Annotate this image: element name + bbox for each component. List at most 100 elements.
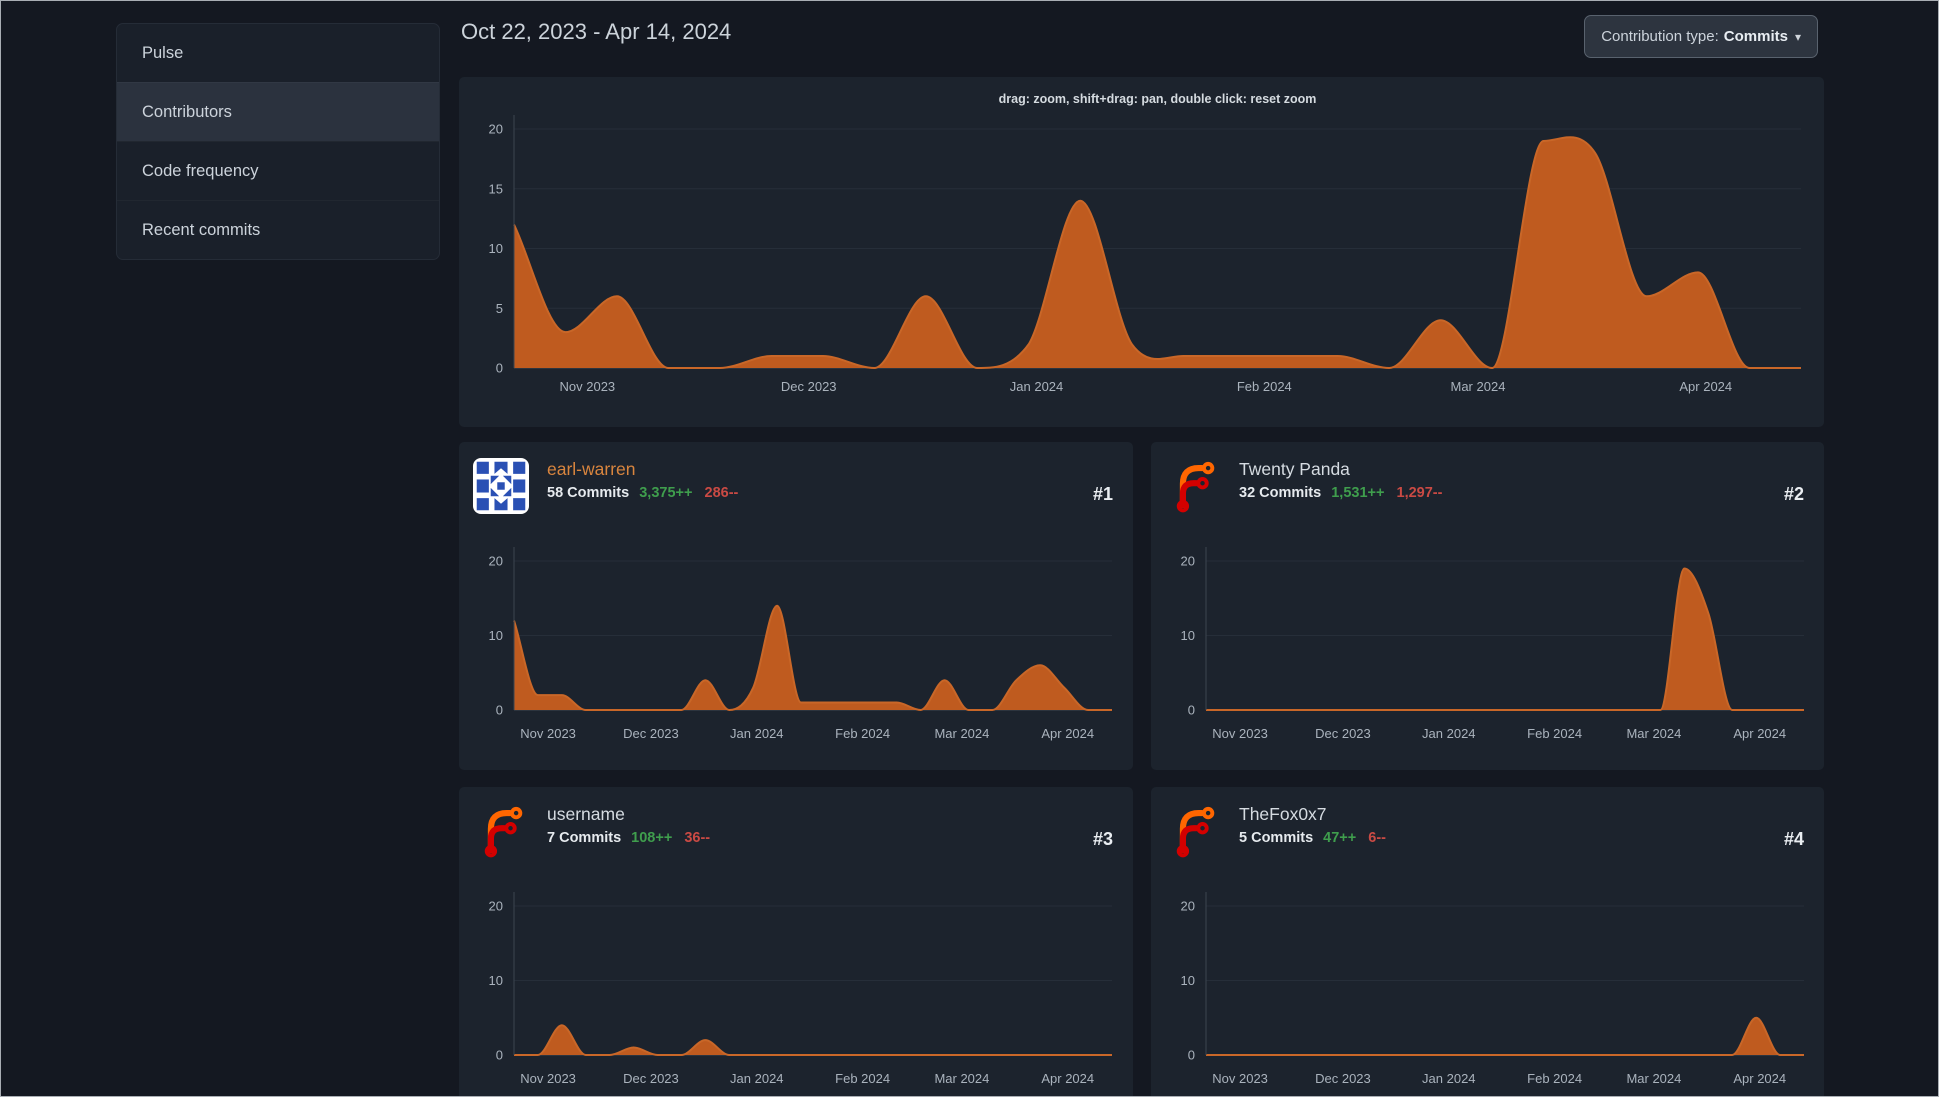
contributor-deletions: 6-- — [1368, 830, 1387, 846]
svg-text:Dec 2023: Dec 2023 — [1315, 726, 1371, 741]
svg-text:Dec 2023: Dec 2023 — [781, 379, 837, 394]
chevron-down-icon: ▾ — [1794, 29, 1801, 44]
contribution-type-value: Commits — [1723, 28, 1788, 45]
contributor-avatar — [1165, 803, 1221, 859]
contributor-rank-badge: #4 — [1783, 828, 1804, 849]
svg-text:20: 20 — [489, 899, 503, 914]
contributor-info: earl-warren 58 Commits 3,375++ 286-- — [547, 458, 738, 530]
contributor-stats: 58 Commits 3,375++ 286-- — [547, 485, 738, 501]
contributor-rank-badge: #2 — [1783, 483, 1804, 504]
svg-text:Mar 2024: Mar 2024 — [1626, 726, 1681, 741]
contributor-commit-count: 7 Commits — [547, 830, 622, 846]
contributor-rank-badge: #1 — [1092, 483, 1113, 504]
contributor-card: Twenty Panda 32 Commits 1,531++ 1,297-- … — [1151, 442, 1824, 770]
svg-text:0: 0 — [1188, 703, 1195, 718]
contribution-type-label: Contribution type: — [1601, 28, 1719, 45]
contributor-stats: 32 Commits 1,531++ 1,297-- — [1239, 485, 1442, 501]
svg-text:Dec 2023: Dec 2023 — [623, 1071, 679, 1086]
svg-text:Nov 2023: Nov 2023 — [1212, 1071, 1268, 1086]
svg-text:Mar 2024: Mar 2024 — [934, 1071, 989, 1086]
svg-text:10: 10 — [1181, 628, 1195, 643]
svg-text:Nov 2023: Nov 2023 — [520, 726, 576, 741]
contributor-deletions: 1,297-- — [1396, 485, 1443, 501]
overall-activity-panel: drag: zoom, shift+drag: pan, double clic… — [459, 77, 1824, 427]
svg-text:0: 0 — [496, 1048, 503, 1063]
contributor-card-header: earl-warren 58 Commits 3,375++ 286-- #1 — [459, 442, 1133, 530]
contributor-commit-count: 5 Commits — [1239, 830, 1314, 846]
contributor-additions: 3,375++ — [639, 485, 693, 501]
contributor-deletions: 286-- — [704, 485, 739, 501]
contributor-info: Twenty Panda 32 Commits 1,531++ 1,297-- — [1239, 458, 1442, 530]
contributor-name-link[interactable]: username — [547, 804, 710, 825]
svg-text:10: 10 — [489, 628, 503, 643]
overall-activity-chart[interactable]: 0 5 10 15 20 Nov 2023 Dec 2023 Jan 2024 Feb 2024… — [459, 77, 1824, 427]
contributor-additions: 1,531++ — [1331, 485, 1385, 501]
contribution-type-dropdown[interactable]: Contribution type: Commits ▾ — [1584, 15, 1818, 58]
contributor-activity-chart[interactable]: 0 10 20 Nov 2023 Dec 2023 Jan 2024 Feb 2024 Mar… — [459, 530, 1133, 770]
svg-text:Nov 2023: Nov 2023 — [1212, 726, 1268, 741]
svg-text:Apr 2024: Apr 2024 — [1733, 726, 1786, 741]
contributor-name-link[interactable]: earl-warren — [547, 459, 738, 480]
svg-text:Apr 2024: Apr 2024 — [1041, 726, 1094, 741]
contributor-activity-chart[interactable]: 0 10 20 Nov 2023 Dec 2023 Jan 2024 Feb 2024 Mar… — [1151, 875, 1824, 1097]
contributor-activity-chart[interactable]: 0 10 20 Nov 2023 Dec 2023 Jan 2024 Feb 2024 Mar… — [459, 875, 1133, 1097]
svg-text:Jan 2024: Jan 2024 — [1422, 726, 1476, 741]
svg-text:Nov 2023: Nov 2023 — [520, 1071, 576, 1086]
svg-text:Apr 2024: Apr 2024 — [1041, 1071, 1094, 1086]
svg-text:0: 0 — [496, 361, 503, 376]
svg-text:10: 10 — [1181, 973, 1195, 988]
svg-text:Apr 2024: Apr 2024 — [1733, 1071, 1786, 1086]
svg-text:Mar 2024: Mar 2024 — [934, 726, 989, 741]
forgejo-logo-avatar — [484, 806, 523, 858]
contributor-additions: 47++ — [1323, 830, 1357, 846]
svg-text:Dec 2023: Dec 2023 — [1315, 1071, 1371, 1086]
svg-text:Mar 2024: Mar 2024 — [1626, 1071, 1681, 1086]
main-content: Oct 22, 2023 - Apr 14, 2024 Contribution… — [459, 1, 1824, 1097]
svg-text:Feb 2024: Feb 2024 — [1237, 379, 1292, 394]
contributor-cards: earl-warren 58 Commits 3,375++ 286-- #1 … — [459, 442, 1824, 1097]
sidebar: Pulse Contributors Code frequency Recent… — [116, 23, 440, 260]
svg-text:Feb 2024: Feb 2024 — [1527, 726, 1582, 741]
contributor-card-header: username 7 Commits 108++ 36-- #3 — [459, 787, 1133, 875]
svg-text:0: 0 — [496, 703, 503, 718]
svg-text:Jan 2024: Jan 2024 — [1010, 379, 1064, 394]
svg-text:Jan 2024: Jan 2024 — [730, 1071, 784, 1086]
contributor-rank-badge: #3 — [1092, 828, 1113, 849]
svg-text:Nov 2023: Nov 2023 — [560, 379, 616, 394]
contributor-card: earl-warren 58 Commits 3,375++ 286-- #1 … — [459, 442, 1133, 770]
sidebar-item-pulse[interactable]: Pulse — [117, 24, 439, 82]
contributor-card-header: Twenty Panda 32 Commits 1,531++ 1,297-- … — [1151, 442, 1824, 530]
sidebar-item-contributors[interactable]: Contributors — [117, 82, 439, 141]
contributor-commit-count: 58 Commits — [547, 485, 630, 501]
contributor-avatar — [1165, 458, 1221, 514]
svg-text:Feb 2024: Feb 2024 — [835, 1071, 890, 1086]
svg-text:20: 20 — [1181, 554, 1195, 569]
svg-text:Jan 2024: Jan 2024 — [1422, 1071, 1476, 1086]
forgejo-logo-avatar — [1176, 461, 1215, 513]
sidebar-item-code-frequency[interactable]: Code frequency — [117, 141, 439, 200]
svg-text:Apr 2024: Apr 2024 — [1679, 379, 1732, 394]
svg-text:15: 15 — [489, 181, 503, 196]
contributor-activity-chart[interactable]: 0 10 20 Nov 2023 Dec 2023 Jan 2024 Feb 2024 Mar… — [1151, 530, 1824, 770]
svg-text:20: 20 — [489, 554, 503, 569]
chart-zoom-hint: drag: zoom, shift+drag: pan, double clic… — [998, 92, 1317, 106]
contributor-avatar — [473, 803, 529, 859]
contributor-card-header: TheFox0x7 5 Commits 47++ 6-- #4 — [1151, 787, 1824, 875]
contributor-name-link[interactable]: TheFox0x7 — [1239, 804, 1386, 825]
contributor-info: TheFox0x7 5 Commits 47++ 6-- — [1239, 803, 1386, 875]
contributor-additions: 108++ — [631, 830, 673, 846]
svg-text:20: 20 — [489, 122, 503, 137]
contributor-stats: 5 Commits 47++ 6-- — [1239, 830, 1386, 846]
svg-text:Feb 2024: Feb 2024 — [835, 726, 890, 741]
contributor-stats: 7 Commits 108++ 36-- — [547, 830, 710, 846]
sidebar-item-recent-commits[interactable]: Recent commits — [117, 200, 439, 259]
contributor-info: username 7 Commits 108++ 36-- — [547, 803, 710, 875]
forgejo-logo-avatar — [1176, 806, 1215, 858]
identicon-avatar — [473, 458, 529, 514]
svg-text:5: 5 — [496, 301, 503, 316]
contributor-card: username 7 Commits 108++ 36-- #3 0 10 20 No… — [459, 787, 1133, 1097]
contributor-card: TheFox0x7 5 Commits 47++ 6-- #4 0 10 20 Nov… — [1151, 787, 1824, 1097]
svg-text:10: 10 — [489, 973, 503, 988]
contributor-name-link[interactable]: Twenty Panda — [1239, 459, 1442, 480]
svg-text:Feb 2024: Feb 2024 — [1527, 1071, 1582, 1086]
